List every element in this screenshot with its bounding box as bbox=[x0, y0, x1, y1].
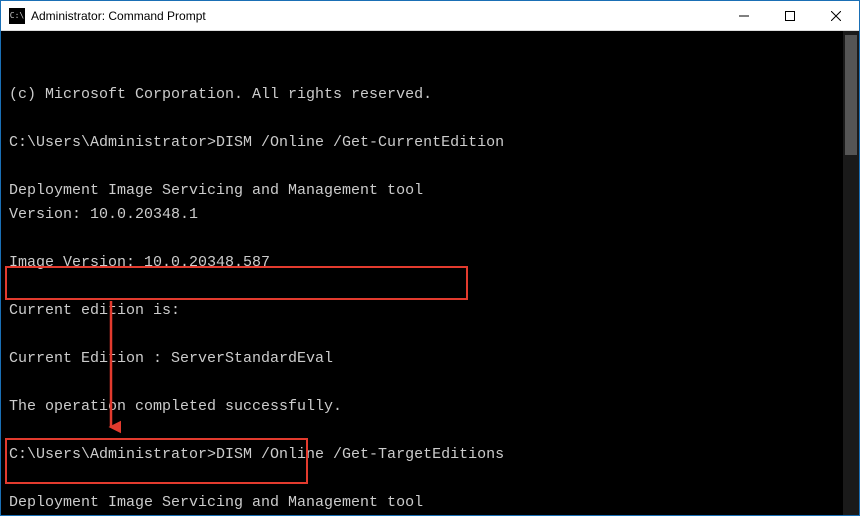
close-button[interactable] bbox=[813, 1, 859, 31]
terminal-line: Version: 10.0.20348.1 bbox=[9, 203, 851, 227]
window-title: Administrator: Command Prompt bbox=[31, 9, 206, 23]
terminal-line bbox=[9, 467, 851, 491]
terminal-line: The operation completed successfully. bbox=[9, 395, 851, 419]
terminal-line bbox=[9, 107, 851, 131]
terminal-line bbox=[9, 419, 851, 443]
terminal-line: (c) Microsoft Corporation. All rights re… bbox=[9, 83, 851, 107]
maximize-button[interactable] bbox=[767, 1, 813, 31]
minimize-button[interactable] bbox=[721, 1, 767, 31]
titlebar[interactable]: C:\ Administrator: Command Prompt bbox=[1, 1, 859, 31]
terminal-line: Current edition is: bbox=[9, 299, 851, 323]
terminal-line: Deployment Image Servicing and Managemen… bbox=[9, 491, 851, 515]
terminal-output: (c) Microsoft Corporation. All rights re… bbox=[9, 83, 851, 515]
maximize-icon bbox=[785, 11, 795, 21]
minimize-icon bbox=[739, 11, 749, 21]
terminal-line: Current Edition : ServerStandardEval bbox=[9, 347, 851, 371]
close-icon bbox=[831, 11, 841, 21]
terminal-line bbox=[9, 323, 851, 347]
terminal-line bbox=[9, 227, 851, 251]
terminal-line bbox=[9, 155, 851, 179]
scrollbar-thumb[interactable] bbox=[845, 35, 857, 155]
cmd-icon: C:\ bbox=[9, 8, 25, 24]
terminal-body[interactable]: (c) Microsoft Corporation. All rights re… bbox=[1, 31, 859, 515]
terminal-line: C:\Users\Administrator>DISM /Online /Get… bbox=[9, 443, 851, 467]
terminal-line: C:\Users\Administrator>DISM /Online /Get… bbox=[9, 131, 851, 155]
terminal-scrollbar[interactable] bbox=[843, 31, 859, 515]
terminal-line bbox=[9, 371, 851, 395]
terminal-line bbox=[9, 275, 851, 299]
terminal-line: Image Version: 10.0.20348.587 bbox=[9, 251, 851, 275]
terminal-line: Deployment Image Servicing and Managemen… bbox=[9, 179, 851, 203]
window-frame: C:\ Administrator: Command Prompt (c) Mi… bbox=[0, 0, 860, 516]
